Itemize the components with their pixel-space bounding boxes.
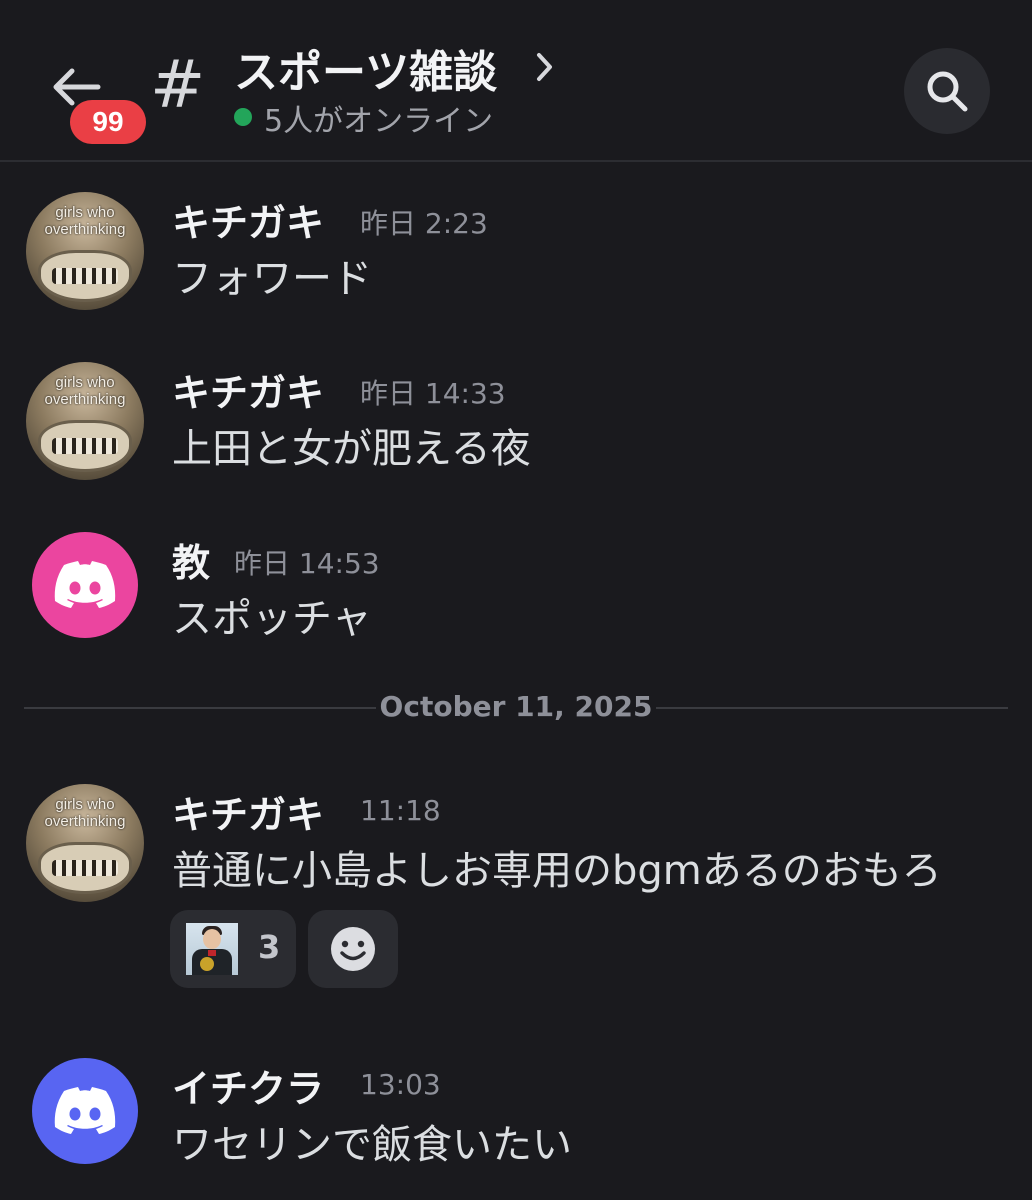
message-timestamp: 11:18 — [360, 794, 441, 827]
channel-header: 99 # スポーツ雑談 5人がオンライン — [0, 0, 1032, 162]
message-author[interactable]: キチガキ — [172, 362, 324, 417]
avatar-caption: girls who overthinking — [44, 204, 126, 238]
message-timestamp: 昨日 2:23 — [360, 207, 488, 240]
online-status-dot — [234, 108, 252, 126]
user-avatar[interactable] — [32, 1058, 138, 1164]
date-divider-line — [656, 707, 1008, 709]
user-avatar[interactable] — [32, 532, 138, 638]
add-reaction-button[interactable] — [308, 910, 398, 988]
avatar-caption: girls who overthinking — [44, 796, 126, 830]
message-timestamp: 昨日 14:53 — [234, 547, 380, 580]
search-icon — [927, 71, 968, 112]
message-author[interactable]: キチガキ — [172, 784, 324, 839]
custom-emoji-icon — [186, 923, 238, 975]
message-content: 普通に小島よしお専用のbgmあるのおもろ — [172, 848, 942, 894]
unread-badge: 99 — [70, 100, 146, 144]
date-divider: October 11, 2025 — [379, 690, 653, 723]
online-count: 5人がオンライン — [264, 104, 494, 139]
text-channel-icon: # — [150, 46, 206, 123]
message-content: フォワード — [172, 256, 372, 302]
discord-logo-icon — [54, 561, 116, 608]
discord-logo-icon — [54, 1087, 116, 1134]
user-avatar[interactable]: girls who overthinking — [26, 362, 144, 480]
channel-name[interactable]: スポーツ雑談 — [234, 36, 497, 100]
search-button[interactable] — [904, 48, 990, 134]
message-content: ワセリンで飯食いたい — [172, 1122, 572, 1168]
message-content: スポッチャ — [172, 596, 372, 642]
user-avatar[interactable]: girls who overthinking — [26, 192, 144, 310]
message-author[interactable]: キチガキ — [172, 192, 324, 247]
message-author[interactable]: 教 — [172, 532, 210, 587]
message-author[interactable]: イチクラ — [172, 1058, 324, 1113]
message-timestamp: 13:03 — [360, 1068, 441, 1101]
user-avatar[interactable]: girls who overthinking — [26, 784, 144, 902]
message-timestamp: 昨日 14:33 — [360, 377, 506, 410]
date-divider-line — [24, 707, 376, 709]
avatar-caption: girls who overthinking — [44, 374, 126, 408]
reaction-chip[interactable]: 3 — [170, 910, 296, 988]
message-content: 上田と女が肥える夜 — [172, 426, 531, 472]
reaction-count: 3 — [258, 928, 281, 966]
add-reaction-icon — [331, 927, 375, 971]
chevron-right-icon[interactable] — [534, 50, 556, 84]
